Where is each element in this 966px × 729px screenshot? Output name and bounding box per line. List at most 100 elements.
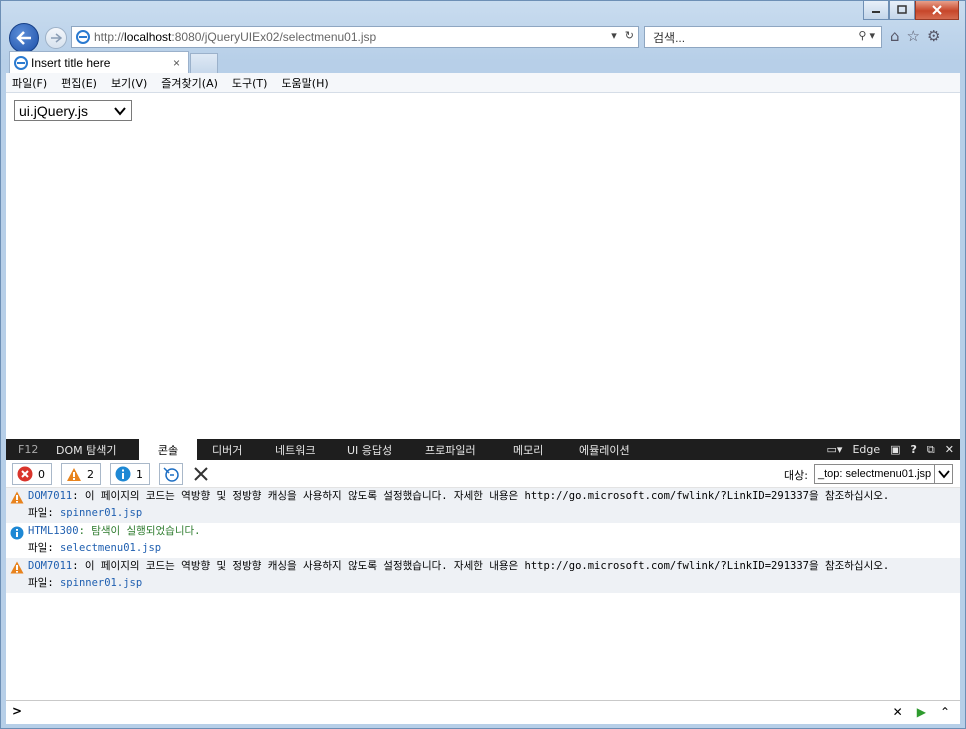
gear-icon[interactable]: ⚙ — [927, 27, 940, 45]
target-value: _top: selectmenu01.jsp — [818, 468, 932, 480]
chevron-down-icon — [934, 465, 952, 483]
selectmenu-value: ui.jQuery.js — [19, 102, 88, 119]
minimize-icon — [872, 11, 880, 13]
target-select[interactable]: _top: selectmenu01.jsp — [814, 464, 953, 484]
error-filter-button[interactable]: 0 — [12, 463, 52, 485]
home-icon[interactable]: ⌂ — [890, 27, 900, 45]
console-output: DOM7011: 이 페이지의 코드는 역방향 및 정방향 캐싱을 사용하지 않… — [6, 488, 960, 700]
message-code[interactable]: DOM7011 — [28, 560, 72, 572]
menu-bar: 파일(F) 편집(E) 보기(V) 즐겨찾기(A) 도구(T) 도움말(H) — [6, 73, 960, 93]
console-message: DOM7011: 이 페이지의 코드는 역방향 및 정방향 캐싱을 사용하지 않… — [6, 558, 960, 593]
info-icon — [10, 526, 24, 540]
minimize-button[interactable] — [863, 1, 889, 20]
warning-icon — [67, 467, 81, 481]
undock-icon[interactable]: ⧉ — [927, 443, 935, 457]
file-label: 파일: — [28, 542, 54, 554]
message-line: DOM7011: 이 페이지의 코드는 역방향 및 정방향 캐싱을 사용하지 않… — [28, 488, 960, 505]
warning-icon — [10, 491, 24, 504]
back-arrow-icon — [16, 31, 31, 45]
tab-debugger[interactable]: 디버거 — [206, 439, 248, 460]
warning-filter-button[interactable]: 2 — [61, 463, 101, 485]
address-dropdown-icon[interactable]: ▾ — [611, 29, 617, 42]
selectmenu[interactable]: ui.jQuery.js — [14, 100, 132, 121]
console-message: HTML1300: 탐색이 실행되었습니다. 파일: selectmenu01.… — [6, 523, 960, 558]
message-code[interactable]: HTML1300 — [28, 525, 79, 537]
navigation-row: http://localhost:8080/jQueryUIEx02/selec… — [1, 23, 965, 53]
close-icon — [932, 5, 942, 15]
url-path: :8080/jQueryUIEx02/selectmenu01.jsp — [171, 30, 377, 44]
tab-console[interactable]: 콘솔 — [139, 439, 197, 460]
device-mode-icon[interactable]: ▭▾ — [827, 443, 843, 456]
menu-edit[interactable]: 편집(E) — [61, 75, 97, 91]
expand-input-icon[interactable]: ⌃ — [940, 705, 950, 719]
console-message: DOM7011: 이 페이지의 코드는 역방향 및 정방향 캐싱을 사용하지 않… — [6, 488, 960, 523]
browser-icons: ⌂ ☆ ⚙ — [890, 27, 940, 45]
message-line: DOM7011: 이 페이지의 코드는 역방향 및 정방향 캐싱을 사용하지 않… — [28, 558, 960, 575]
tab-row: Insert title here × — [1, 51, 965, 73]
message-text: : 탐색이 실행되었습니다. — [78, 525, 201, 537]
title-bar — [1, 1, 965, 23]
menu-tools[interactable]: 도구(T) — [232, 75, 268, 91]
address-bar[interactable]: http://localhost:8080/jQueryUIEx02/selec… — [71, 26, 639, 48]
forward-arrow-icon — [51, 33, 62, 43]
console-input[interactable]: > ✕ ▶ ⌃ — [6, 700, 960, 724]
address-actions: ▾ ↻ — [611, 29, 634, 42]
chevron-down-icon — [114, 107, 126, 116]
console-toolbar: 0 2 1 대상: _top: selectmenu01.jsp — [6, 460, 960, 488]
source-file-link[interactable]: spinner01.jsp — [60, 577, 142, 589]
tab-current[interactable]: Insert title here × — [9, 51, 189, 73]
close-window-button[interactable] — [915, 1, 959, 20]
maximize-button[interactable] — [889, 1, 915, 20]
clear-console-icon[interactable] — [193, 466, 209, 482]
devtools-controls: ▭▾ Edge ▣ ? ⧉ ✕ — [827, 439, 954, 460]
tab-memory[interactable]: 메모리 — [507, 439, 549, 460]
navigate-icon — [163, 467, 179, 482]
message-text: : 이 페이지의 코드는 역방향 및 정방향 캐싱을 사용하지 않도록 설정했습… — [72, 560, 890, 572]
document-mode[interactable]: Edge — [852, 443, 880, 456]
tab-close-button[interactable]: × — [173, 56, 180, 70]
error-count: 0 — [38, 467, 45, 481]
run-icon[interactable]: ▶ — [917, 705, 926, 719]
help-button[interactable]: ? — [911, 443, 917, 456]
clear-input-icon[interactable]: ✕ — [893, 705, 903, 719]
tab-network[interactable]: 네트워크 — [269, 439, 321, 460]
search-placeholder: 검색... — [653, 30, 686, 45]
new-tab-button[interactable] — [190, 53, 218, 73]
menu-help[interactable]: 도움말(H) — [281, 75, 328, 91]
search-input[interactable]: 검색... ⚲ ▾ — [644, 26, 882, 48]
target-label: 대상: — [784, 469, 808, 482]
back-button[interactable] — [9, 23, 39, 53]
url-host: localhost — [124, 30, 172, 44]
tab-ui-responsiveness[interactable]: UI 응답성 — [341, 439, 398, 460]
page-content: ui.jQuery.js — [6, 93, 960, 439]
file-label: 파일: — [28, 507, 54, 519]
refresh-icon[interactable]: ↻ — [625, 29, 634, 42]
source-file-link[interactable]: spinner01.jsp — [60, 507, 142, 519]
forward-button[interactable] — [45, 27, 67, 49]
menu-file[interactable]: 파일(F) — [12, 75, 47, 91]
tab-title: Insert title here — [31, 55, 111, 70]
search-icon[interactable]: ⚲ ▾ — [858, 29, 875, 42]
console-prompt: > — [12, 704, 23, 718]
menu-favorites[interactable]: 즐겨찾기(A) — [161, 75, 218, 91]
clear-on-navigate-button[interactable] — [159, 463, 183, 485]
close-devtools-icon[interactable]: ✕ — [945, 443, 954, 456]
browser-window: http://localhost:8080/jQueryUIEx02/selec… — [0, 0, 966, 729]
menu-view[interactable]: 보기(V) — [111, 75, 147, 91]
file-label: 파일: — [28, 577, 54, 589]
info-filter-button[interactable]: 1 — [110, 463, 150, 485]
source-file-link[interactable]: selectmenu01.jsp — [60, 542, 161, 554]
f12-label: F12 — [18, 443, 39, 456]
tab-emulation[interactable]: 에뮬레이션 — [573, 439, 636, 460]
ie-page-icon — [76, 30, 90, 44]
message-code[interactable]: DOM7011 — [28, 490, 72, 502]
info-count: 1 — [136, 467, 143, 481]
tab-dom-explorer[interactable]: DOM 탐색기 — [50, 439, 122, 460]
tab-profiler[interactable]: 프로파일러 — [419, 439, 482, 460]
error-icon — [17, 466, 33, 482]
message-line: HTML1300: 탐색이 실행되었습니다. — [28, 523, 960, 540]
favorites-star-icon[interactable]: ☆ — [907, 27, 920, 45]
console-toggle-icon[interactable]: ▣ — [890, 443, 900, 456]
url-prefix: http:// — [94, 30, 125, 44]
info-icon — [115, 466, 131, 482]
